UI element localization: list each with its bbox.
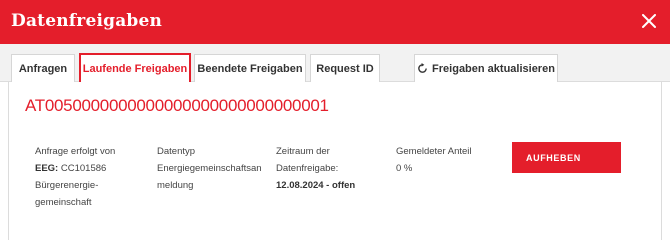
close-icon[interactable] [638, 10, 660, 32]
share-period: Zeitraum der Datenfreigabe: 12.08.2024 -… [276, 143, 376, 194]
eeg-id: CC101586 [60, 163, 107, 174]
eeg-line: EEG: CC101586 [35, 160, 145, 177]
request-label: Anfrage erfolgt von [35, 146, 116, 157]
period-value: 12.08.2024 - offen [276, 180, 356, 191]
tab-request-id[interactable]: Request ID [310, 54, 380, 82]
tab-label: Beendete Freigaben [197, 62, 303, 75]
reported-share: Gemeldeter Anteil 0 % [396, 143, 486, 177]
period-value-row: 12.08.2024 - offen [276, 177, 376, 194]
tab-laufende-freigaben[interactable]: Laufende Freigaben [79, 53, 191, 82]
refresh-label: Freigaben aktualisieren [432, 62, 555, 75]
tab-label: Laufende Freigaben [82, 62, 188, 75]
share-value: 0 % [396, 163, 413, 174]
datatype-value: Energiegemeinschaftsanmeldung [157, 163, 262, 191]
dialog-header: Datenfreigaben [0, 0, 670, 44]
eeg-label: EEG: [35, 163, 59, 174]
refresh-shares-button[interactable]: Freigaben aktualisieren [414, 54, 558, 82]
dialog-title: Datenfreigaben [11, 11, 163, 31]
tab-label: Anfragen [18, 62, 68, 75]
datatype-label: Datentyp [157, 146, 196, 157]
revoke-button[interactable]: AUFHEBEN [512, 142, 621, 173]
tab-bar: Anfragen Laufende Freigaben Beendete Fre… [0, 44, 670, 82]
request-origin: Anfrage erfolgt von EEG: CC101586 Bürger… [35, 143, 145, 211]
tab-beendete-freigaben[interactable]: Beendete Freigaben [194, 54, 306, 82]
tab-label: Request ID [316, 62, 374, 75]
period-label: Zeitraum der Datenfreigabe: [276, 146, 339, 174]
share-label: Gemeldeter Anteil [396, 146, 472, 157]
metering-point-id: AT0050000000000000000000000000001 [25, 96, 329, 115]
eeg-name: Bürgerenergie-gemeinschaft [35, 180, 99, 208]
refresh-icon [417, 63, 428, 74]
data-type: Datentyp Energiegemeinschaftsanmeldung [157, 143, 265, 194]
tab-anfragen[interactable]: Anfragen [11, 54, 75, 82]
